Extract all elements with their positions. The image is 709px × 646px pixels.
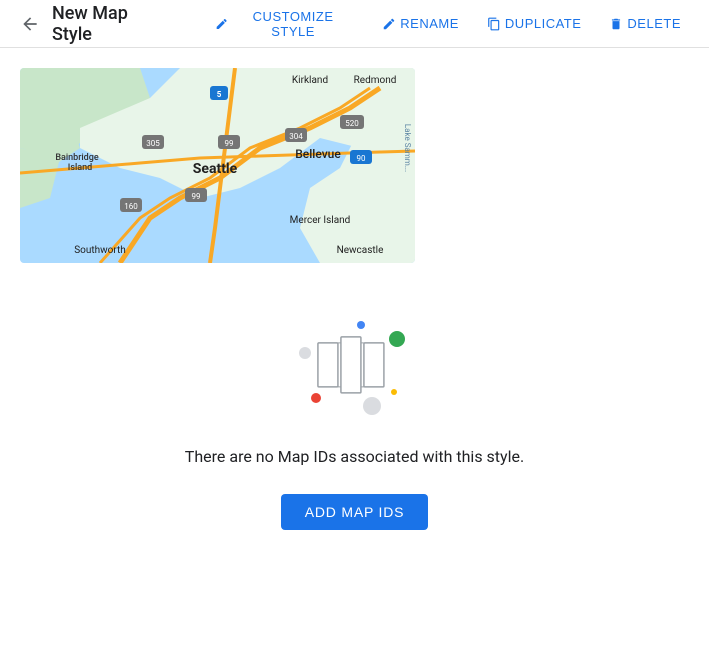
svg-text:304: 304 bbox=[289, 132, 303, 141]
empty-message: There are no Map IDs associated with thi… bbox=[185, 447, 524, 466]
svg-text:Newcastle: Newcastle bbox=[337, 245, 384, 256]
svg-text:Island: Island bbox=[68, 163, 92, 173]
svg-text:5: 5 bbox=[217, 90, 222, 99]
delete-button[interactable]: DELETE bbox=[597, 10, 693, 37]
svg-text:Southworth: Southworth bbox=[74, 245, 126, 256]
duplicate-label: DUPLICATE bbox=[505, 16, 582, 31]
header-actions: CUSTOMIZE STYLE RENAME DUPLICATE DELETE bbox=[203, 3, 693, 45]
svg-text:Bainbridge: Bainbridge bbox=[55, 153, 99, 163]
svg-text:Redmond: Redmond bbox=[354, 75, 397, 86]
svg-text:Mercer Island: Mercer Island bbox=[290, 215, 351, 226]
fold-map-icon bbox=[316, 335, 384, 399]
dot-gray bbox=[299, 347, 311, 359]
dot-green bbox=[389, 331, 405, 347]
dot-yellow bbox=[391, 389, 397, 395]
empty-state: There are no Map IDs associated with thi… bbox=[20, 263, 689, 550]
duplicate-button[interactable]: DUPLICATE bbox=[475, 10, 594, 37]
back-button[interactable] bbox=[16, 10, 44, 38]
map-illustration bbox=[295, 303, 415, 423]
dot-blue bbox=[357, 321, 365, 329]
customize-style-button[interactable]: CUSTOMIZE STYLE bbox=[203, 3, 367, 45]
svg-text:Bellevue: Bellevue bbox=[295, 147, 341, 161]
svg-text:99: 99 bbox=[192, 192, 201, 201]
svg-text:90: 90 bbox=[357, 154, 366, 163]
page-header: New Map Style CUSTOMIZE STYLE RENAME DUP… bbox=[0, 0, 709, 48]
page-title: New Map Style bbox=[52, 3, 171, 45]
dot-gray2 bbox=[363, 397, 381, 415]
delete-label: DELETE bbox=[627, 16, 681, 31]
main-content: 5 305 99 520 90 99 304 160 Bainbridge Is… bbox=[0, 48, 709, 570]
svg-text:Lake Samm...: Lake Samm... bbox=[403, 124, 412, 172]
customize-label: CUSTOMIZE STYLE bbox=[232, 9, 354, 39]
svg-text:160: 160 bbox=[124, 202, 138, 211]
svg-text:520: 520 bbox=[345, 119, 359, 128]
svg-text:99: 99 bbox=[225, 139, 234, 148]
rename-label: RENAME bbox=[400, 16, 459, 31]
rename-button[interactable]: RENAME bbox=[370, 10, 471, 37]
svg-text:Kirkland: Kirkland bbox=[292, 75, 328, 86]
svg-text:305: 305 bbox=[146, 139, 160, 148]
svg-text:Seattle: Seattle bbox=[193, 161, 238, 177]
map-preview: 5 305 99 520 90 99 304 160 Bainbridge Is… bbox=[20, 68, 415, 263]
add-map-ids-button[interactable]: ADD MAP IDS bbox=[281, 494, 429, 530]
